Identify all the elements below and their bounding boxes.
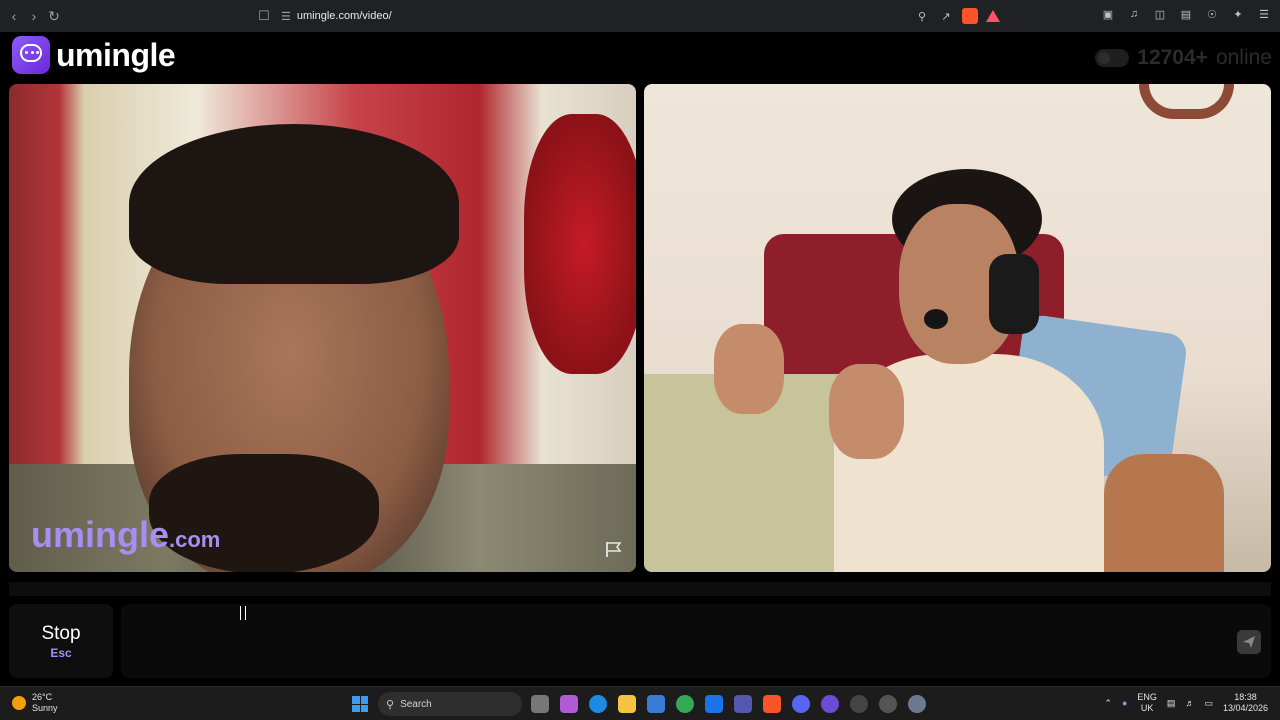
steam-icon[interactable] [879, 695, 897, 713]
brave-rewards-icon[interactable] [986, 10, 1000, 22]
extensions-icon[interactable]: ✦ [1230, 6, 1246, 22]
app-header: umingle 12704+ online [0, 32, 1280, 84]
url-text[interactable]: umingle.com/video/ [297, 10, 392, 22]
sun-icon [12, 696, 26, 710]
weather-widget[interactable]: 26°C Sunny [12, 692, 58, 714]
watermark-main: umingle [31, 514, 170, 555]
menu-icon[interactable]: ☰ [1256, 6, 1272, 22]
search-label: Search [400, 698, 432, 710]
stop-shortcut: Esc [50, 645, 72, 660]
reload-icon[interactable]: ↻ [44, 6, 64, 26]
zoom-icon[interactable]: ⚲ [914, 8, 930, 24]
site-info-icon[interactable]: ☰ [281, 10, 291, 23]
self-video [644, 84, 1271, 572]
discord-icon[interactable] [792, 695, 810, 713]
music-icon[interactable]: ♫ [1126, 6, 1142, 22]
taskbar-search[interactable]: ⚲ Search [378, 692, 522, 716]
reading-list-icon[interactable]: ◫ [1152, 6, 1168, 22]
report-flag-icon[interactable] [604, 540, 624, 558]
logo[interactable]: umingle [12, 36, 176, 74]
task-view-icon[interactable] [531, 695, 549, 713]
teams-icon[interactable] [734, 695, 752, 713]
language-indicator[interactable]: ENG UK [1137, 692, 1157, 714]
wallet-icon[interactable]: ▤ [1178, 6, 1194, 22]
stop-label: Stop [41, 622, 81, 644]
back-icon[interactable]: ‹ [4, 6, 24, 26]
online-count: 12704+ [1137, 46, 1208, 69]
divider [9, 582, 1271, 596]
brave-shields-icon[interactable] [962, 8, 978, 24]
video-watermark: umingle .com [31, 514, 220, 556]
file-explorer-icon[interactable] [618, 695, 636, 713]
date: 13/04/2026 [1222, 703, 1268, 713]
edge-icon[interactable] [589, 695, 607, 713]
battery-icon[interactable]: ▭ [1204, 698, 1213, 709]
watermark-suffix: .com [169, 527, 221, 552]
forward-icon[interactable]: › [24, 6, 44, 26]
chat-bar: Stop Esc [9, 604, 1271, 678]
copilot-icon[interactable] [560, 695, 578, 713]
search-icon: ⚲ [386, 698, 395, 711]
share-icon[interactable]: ↗ [938, 8, 954, 24]
clock[interactable]: 18:38 13/04/2026 [1223, 692, 1268, 714]
send-button[interactable] [1237, 630, 1261, 654]
store-icon[interactable] [647, 695, 665, 713]
message-input[interactable] [121, 604, 1271, 678]
wordpress-icon[interactable] [850, 695, 868, 713]
system-tray: ⌃ ● ENG UK ▤ ♬ ▭ 18:38 13/04/2026 [1104, 692, 1268, 714]
settings-icon[interactable] [908, 695, 926, 713]
toggle-switch[interactable] [1095, 49, 1130, 67]
send-icon [1243, 636, 1255, 648]
language-bottom: UK [1140, 703, 1154, 713]
logo-text: umingle [56, 36, 176, 73]
taskbar: 26°C Sunny ⚲ Search ⌃ ● ENG UK ▤ ♬ ▭ 18:… [0, 686, 1280, 720]
address-bar[interactable]: ☐ ☰ umingle.com/video/ ⚲ ↗ [255, 4, 1000, 28]
chrome-icon[interactable] [676, 695, 694, 713]
app-icon[interactable] [821, 695, 839, 713]
microphone-icon[interactable]: ● [1122, 698, 1127, 708]
stop-button[interactable]: Stop Esc [9, 604, 113, 678]
bookmark-icon[interactable]: ☐ [255, 7, 273, 25]
online-label: online [1215, 46, 1272, 69]
brave-icon[interactable] [763, 695, 781, 713]
chat-bubble-icon [12, 36, 50, 74]
network-icon[interactable]: ▤ [1167, 698, 1176, 709]
windows-start-icon[interactable] [352, 696, 368, 712]
temperature: 26°C [32, 692, 53, 702]
time: 18:38 [1234, 692, 1257, 702]
vpn-icon[interactable]: ☉ [1204, 6, 1220, 22]
chevron-up-icon[interactable]: ⌃ [1104, 698, 1112, 709]
browser-toolbar: ‹ › ↻ ☐ ☰ umingle.com/video/ ⚲ ↗ ▣ ♫ ◫ ▤… [0, 0, 1280, 32]
weather-condition: Sunny [32, 703, 58, 713]
sidebar-icon[interactable]: ▣ [1100, 6, 1116, 22]
volume-icon[interactable]: ♬ [1185, 698, 1194, 708]
mail-icon[interactable] [705, 695, 723, 713]
text-cursor-icon [240, 606, 246, 620]
online-indicator: 12704+ online [1095, 46, 1272, 70]
stranger-video: umingle .com [9, 84, 636, 572]
language-top: ENG [1137, 692, 1157, 702]
